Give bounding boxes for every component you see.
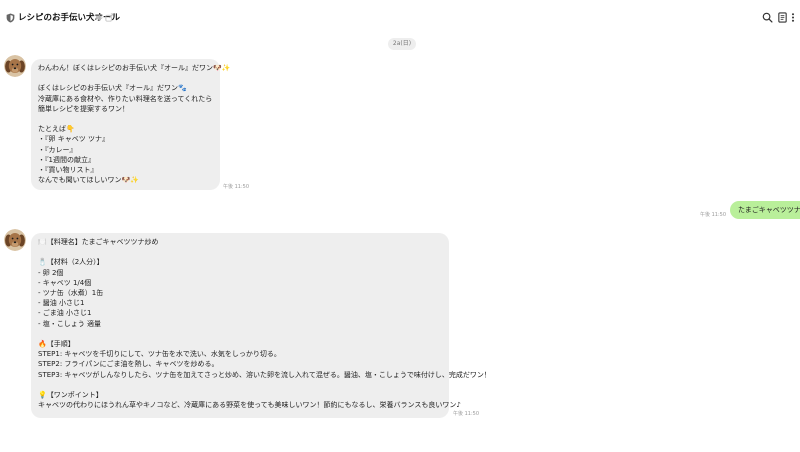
message-time: 午後 11:50: [223, 184, 249, 190]
bot-avatar[interactable]: [4, 229, 26, 251]
mute-icon[interactable]: [95, 13, 104, 22]
dog-avatar-icon: [4, 55, 26, 77]
message-time: 午後 11:50: [700, 212, 726, 218]
note-icon[interactable]: [777, 12, 788, 23]
share-icon[interactable]: [105, 13, 114, 22]
search-icon[interactable]: [762, 12, 773, 23]
bot-avatar[interactable]: [4, 55, 26, 77]
more-icon[interactable]: [790, 12, 796, 23]
bot-message-1: わんわん！ぼくはレシピのお手伝い犬『オール』だワン🐶✨ ぼくはレシピのお手伝い犬…: [31, 59, 230, 190]
bot-message-2: 🍽️【料理名】たまごキャベツツナ炒め 🧂【材料（2人分）】 - 卵 2個 - キ…: [31, 233, 491, 418]
chat-header: レシピのお手伝い犬オール: [0, 0, 800, 34]
dog-avatar-icon: [4, 229, 26, 251]
user-message: たまごキャベツツナ: [730, 201, 800, 219]
date-separator: 2a(日): [388, 38, 416, 50]
message-time: 午後 11:50: [453, 411, 479, 417]
shield-icon: [6, 13, 15, 23]
